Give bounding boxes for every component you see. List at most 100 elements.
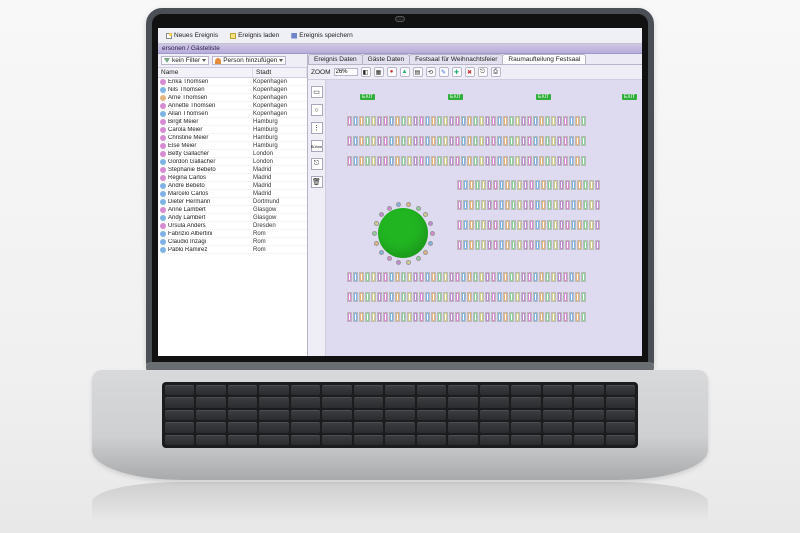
seat[interactable] [535, 200, 540, 210]
seat[interactable] [475, 180, 480, 190]
seat[interactable] [553, 240, 558, 250]
seat[interactable] [575, 312, 580, 322]
seat[interactable] [473, 156, 478, 166]
seat[interactable] [457, 220, 462, 230]
seat[interactable] [581, 116, 586, 126]
seat[interactable] [449, 292, 454, 302]
seat[interactable] [467, 116, 472, 126]
seat[interactable] [431, 272, 436, 282]
seat[interactable] [473, 292, 478, 302]
seat[interactable] [553, 220, 558, 230]
seat[interactable] [443, 136, 448, 146]
seat[interactable] [505, 240, 510, 250]
seat[interactable] [395, 292, 400, 302]
seat[interactable] [395, 272, 400, 282]
seat[interactable] [521, 292, 526, 302]
seat[interactable] [406, 202, 411, 207]
seat[interactable] [551, 136, 556, 146]
toolbar-button-3[interactable]: ● [387, 67, 397, 77]
seat[interactable] [595, 240, 600, 250]
seat[interactable] [517, 200, 522, 210]
seat[interactable] [353, 116, 358, 126]
seat[interactable] [416, 256, 421, 261]
seat[interactable] [503, 292, 508, 302]
seat[interactable] [545, 136, 550, 146]
seat[interactable] [479, 136, 484, 146]
seat[interactable] [353, 312, 358, 322]
seat[interactable] [515, 292, 520, 302]
seat[interactable] [533, 292, 538, 302]
seat[interactable] [595, 200, 600, 210]
seat[interactable] [377, 116, 382, 126]
seat[interactable] [499, 240, 504, 250]
seat[interactable] [387, 256, 392, 261]
seat[interactable] [581, 272, 586, 282]
seat[interactable] [449, 156, 454, 166]
seat[interactable] [425, 116, 430, 126]
seat[interactable] [365, 156, 370, 166]
table-round[interactable] [378, 208, 428, 258]
toolbar-button-5[interactable]: ▤ [413, 67, 423, 77]
seat[interactable] [423, 212, 428, 217]
seat[interactable] [497, 312, 502, 322]
seat[interactable] [539, 292, 544, 302]
seat[interactable] [539, 312, 544, 322]
seat[interactable] [371, 116, 376, 126]
seat[interactable] [553, 180, 558, 190]
toolbar-button-8[interactable]: ✚ [452, 67, 462, 77]
seat[interactable] [571, 200, 576, 210]
seat[interactable] [491, 116, 496, 126]
seat[interactable] [553, 200, 558, 210]
seat[interactable] [383, 136, 388, 146]
seat[interactable] [517, 220, 522, 230]
seat[interactable] [467, 312, 472, 322]
seat[interactable] [569, 136, 574, 146]
seat[interactable] [377, 272, 382, 282]
seat[interactable] [379, 212, 384, 217]
seat[interactable] [347, 136, 352, 146]
seat[interactable] [389, 272, 394, 282]
seat[interactable] [527, 136, 532, 146]
seat[interactable] [571, 180, 576, 190]
seat[interactable] [533, 116, 538, 126]
seat[interactable] [541, 240, 546, 250]
seat[interactable] [535, 240, 540, 250]
seat[interactable] [425, 136, 430, 146]
seat[interactable] [425, 156, 430, 166]
tab[interactable]: Raumaufteilung Festsaal [502, 54, 586, 64]
save-event-button[interactable]: Ereignis speichern [287, 30, 356, 41]
seat[interactable] [557, 272, 562, 282]
seat[interactable] [425, 272, 430, 282]
tab[interactable]: Gäste Daten [362, 54, 411, 64]
seat[interactable] [545, 156, 550, 166]
seat[interactable] [503, 312, 508, 322]
seat[interactable] [569, 312, 574, 322]
seat[interactable] [481, 220, 486, 230]
seat[interactable] [463, 240, 468, 250]
seat[interactable] [499, 220, 504, 230]
seat[interactable] [539, 156, 544, 166]
seat[interactable] [396, 202, 401, 207]
seat[interactable] [467, 156, 472, 166]
seat[interactable] [374, 241, 379, 246]
seat[interactable] [565, 240, 570, 250]
seat[interactable] [557, 116, 562, 126]
toolbar-button-6[interactable]: ⟲ [426, 67, 436, 77]
seat[interactable] [581, 292, 586, 302]
seat[interactable] [551, 116, 556, 126]
seat[interactable] [406, 260, 411, 265]
seat[interactable] [509, 116, 514, 126]
seat[interactable] [577, 200, 582, 210]
exit-marker[interactable]: EXIT [360, 94, 375, 100]
guest-row[interactable]: Erika ThomsenKopenhagen [158, 78, 307, 86]
seat[interactable] [359, 136, 364, 146]
seat[interactable] [455, 136, 460, 146]
seat[interactable] [401, 292, 406, 302]
seat[interactable] [457, 180, 462, 190]
seat[interactable] [455, 292, 460, 302]
guest-row[interactable]: Nils ThomsenKopenhagen [158, 86, 307, 94]
seat[interactable] [455, 156, 460, 166]
seat[interactable] [499, 200, 504, 210]
seat[interactable] [569, 156, 574, 166]
table-rect[interactable] [346, 154, 626, 168]
